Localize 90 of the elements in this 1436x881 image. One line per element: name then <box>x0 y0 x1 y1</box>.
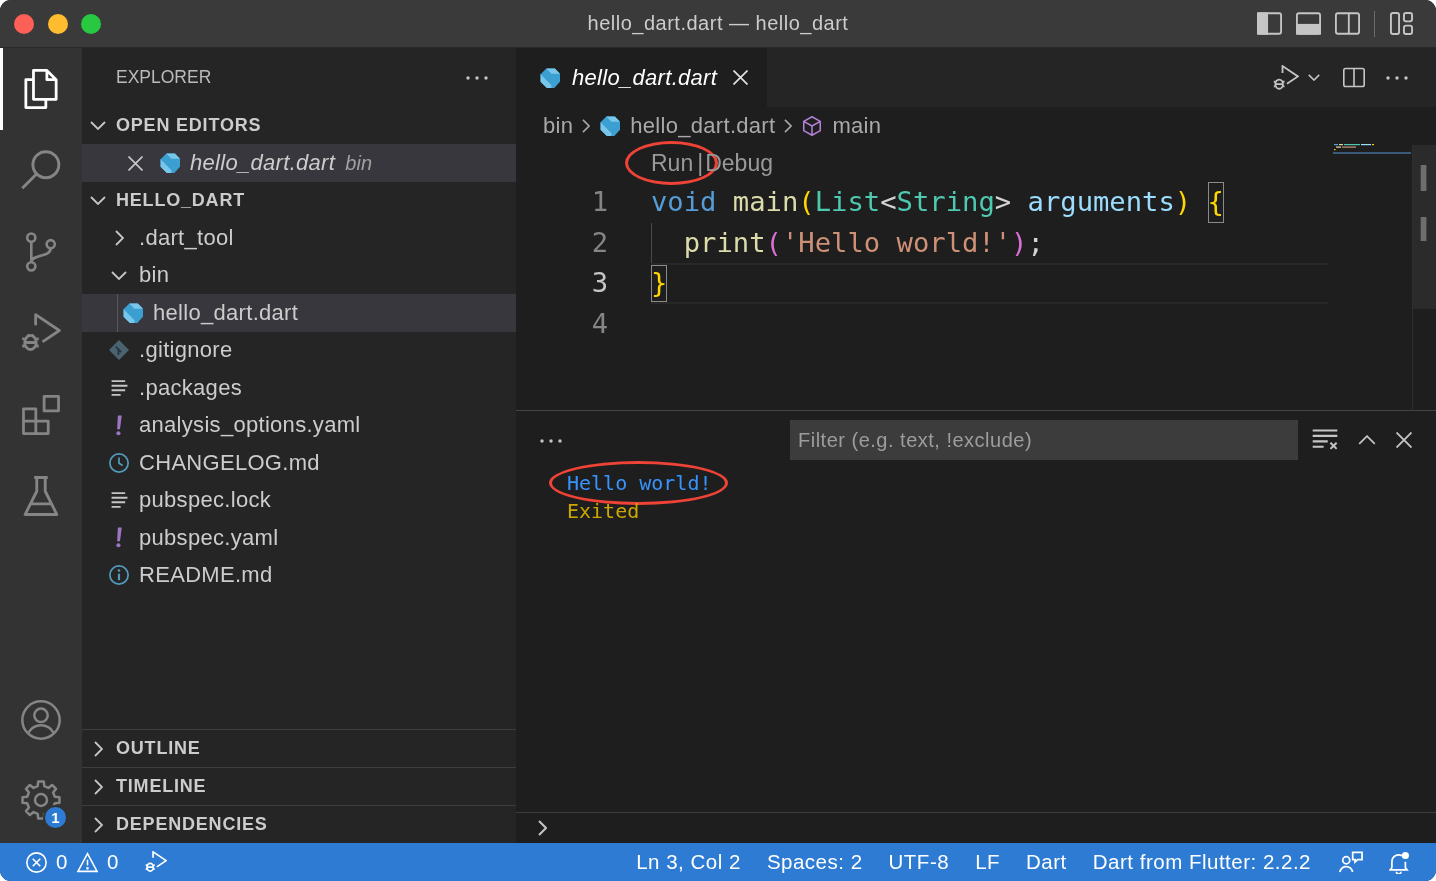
line-number: 4 <box>590 306 608 341</box>
line-number: 3 <box>590 266 608 300</box>
status-item[interactable]: Dart <box>1026 850 1067 874</box>
section-header[interactable]: TIMELINE <box>82 768 516 805</box>
filter-field[interactable]: Filter (e.g. text, !exclude) <box>790 420 1298 460</box>
split-layout-icon[interactable] <box>1335 12 1360 35</box>
play-bug-icon[interactable] <box>144 851 167 873</box>
minimap[interactable] <box>1333 143 1411 155</box>
file-item[interactable]: .gitignore <box>82 331 516 369</box>
warning-icon <box>76 851 98 873</box>
exclamation-file-icon <box>115 414 123 436</box>
chevron-right-icon <box>784 119 793 133</box>
warnings-status[interactable]: 0 <box>76 850 119 874</box>
status-item[interactable]: Spaces: 2 <box>766 850 863 874</box>
folder-item[interactable]: bin <box>82 256 516 294</box>
code-line: } <box>651 265 668 302</box>
more-actions-icon[interactable] <box>1386 75 1408 80</box>
output-line: Exited <box>567 498 640 525</box>
info-file-icon <box>109 565 129 586</box>
file-item[interactable]: .packages <box>82 369 516 407</box>
editor-tab[interactable]: hello_dart.dart <box>516 48 767 107</box>
separator-text: | <box>697 149 704 178</box>
code-line: void main(List<String> arguments) { <box>651 182 1224 223</box>
close-icon[interactable] <box>1396 432 1412 448</box>
breadcrumb-item[interactable]: main <box>802 113 882 139</box>
output-line: Hello world! <box>567 469 712 497</box>
play-bug-icon <box>21 313 61 354</box>
folder-item[interactable]: .dart_tool <box>82 219 516 257</box>
file-item[interactable]: pubspec.yaml <box>82 519 516 557</box>
chevron-right-icon <box>582 119 591 133</box>
files-icon <box>21 68 61 109</box>
octagon-file-icon <box>160 153 180 173</box>
error-icon <box>26 851 47 873</box>
errors-status[interactable]: 0 <box>26 850 68 874</box>
breadcrumb-item[interactable]: bin <box>543 113 574 139</box>
chevron-up-icon[interactable] <box>1358 435 1376 445</box>
diamond-file-icon <box>109 340 129 361</box>
status-item[interactable]: Dart from Flutter: 2.2.2 <box>1092 850 1311 874</box>
account-icon <box>21 700 61 740</box>
split-editor-icon[interactable] <box>1343 67 1365 88</box>
line-number: 2 <box>590 225 608 260</box>
file-item[interactable]: pubspec.lock <box>82 481 516 519</box>
octagon-file-icon <box>540 67 560 88</box>
flask-icon <box>21 476 61 517</box>
feedback-icon[interactable] <box>1339 851 1363 873</box>
more-actions-icon[interactable] <box>540 439 562 443</box>
bell-icon[interactable] <box>1389 850 1410 874</box>
codelens-link[interactable]: Run <box>651 145 694 182</box>
sidebar-title: EXPLORER <box>116 67 212 88</box>
section-header[interactable]: DEPENDENCIES <box>82 806 516 843</box>
close-window-button[interactable] <box>14 13 34 34</box>
window-title: hello_dart.dart — hello_dart <box>587 12 849 35</box>
close-icon[interactable] <box>733 70 749 85</box>
octagon-file-icon <box>600 116 621 136</box>
file-item[interactable]: CHANGELOG.md <box>82 444 516 482</box>
scrollbar[interactable] <box>1412 145 1436 410</box>
status-item[interactable]: Ln 3, Col 2 <box>636 850 741 874</box>
code-line: print('Hello world!'); <box>651 222 1044 263</box>
activity-bar-item[interactable]: 1 <box>0 760 82 840</box>
exclamation-file-icon <box>115 527 123 549</box>
sidebar-layout-icon[interactable] <box>1257 12 1282 35</box>
folder-hint: bin <box>345 151 373 175</box>
cube-icon <box>802 116 823 136</box>
layout-grid-icon[interactable] <box>1389 12 1414 35</box>
clear-output-icon[interactable] <box>1312 429 1338 451</box>
notification-badge: 1 <box>43 805 68 830</box>
more-actions-icon[interactable] <box>466 75 488 80</box>
play-bug-icon[interactable] <box>1273 64 1299 91</box>
file-item[interactable]: analysis_options.yaml <box>82 406 516 444</box>
caret-icon[interactable] <box>1308 74 1320 81</box>
blocks-icon <box>21 394 61 435</box>
panel-layout-icon[interactable] <box>1296 12 1321 35</box>
file-item[interactable]: hello_dart.dart <box>82 294 516 332</box>
lines-file-icon <box>110 492 128 509</box>
octagon-file-icon <box>123 302 143 323</box>
file-item[interactable]: README.md <box>82 556 516 594</box>
close-icon[interactable] <box>128 155 143 171</box>
clock-file-icon <box>109 452 129 473</box>
open-editor-item[interactable]: hello_dart.dart bin <box>82 144 516 182</box>
status-item[interactable]: LF <box>975 850 1001 874</box>
minimize-window-button[interactable] <box>47 13 68 34</box>
section-header[interactable]: HELLO_DART <box>82 182 516 219</box>
section-header[interactable]: OPEN EDITORS <box>82 107 516 144</box>
search-icon <box>21 150 61 191</box>
status-item[interactable]: UTF-8 <box>888 850 950 874</box>
line-number: 1 <box>590 185 608 219</box>
prompt-chevron-icon <box>538 820 547 836</box>
breadcrumb-item[interactable]: hello_dart.dart <box>600 113 776 139</box>
zoom-window-button[interactable] <box>81 13 101 34</box>
lines-file-icon <box>110 379 128 396</box>
